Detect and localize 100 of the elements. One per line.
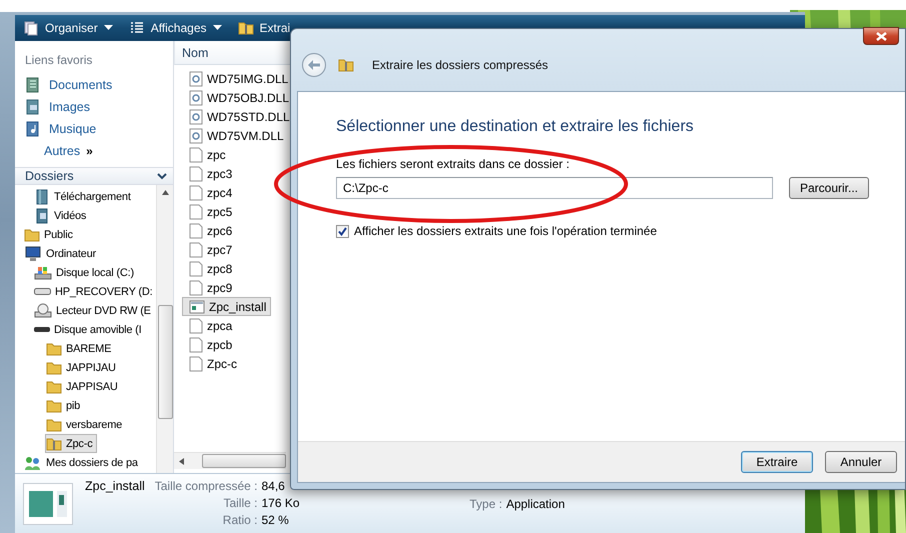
property-label: Ratio : [222, 513, 258, 527]
tree-item[interactable]: HP_RECOVERY (D: [33, 282, 156, 301]
field-label: Les fichiers seront extraits dans ce dossier : [336, 157, 570, 171]
back-button[interactable] [302, 53, 326, 77]
file-item[interactable]: zpcb [182, 335, 238, 354]
blank-file-icon [189, 356, 203, 372]
drive-icon [34, 288, 51, 295]
dialog-button[interactable]: Annuler [825, 451, 897, 473]
settings-file-icon [189, 128, 203, 144]
section-title: Liens favoris [25, 53, 94, 67]
file-item[interactable]: zpc4 [182, 183, 238, 202]
blank-file-icon [189, 146, 203, 162]
dialog-button[interactable]: Extraire [741, 451, 813, 473]
property-label: Taille : [222, 496, 258, 510]
file-item[interactable]: WD75VM.DLL [182, 126, 289, 145]
folders-header[interactable]: Dossiers [15, 167, 173, 185]
pictures-icon [25, 99, 41, 115]
checkmark-icon [338, 226, 347, 236]
favorite-link[interactable]: Documents [25, 77, 173, 93]
settings-file-icon [189, 90, 203, 106]
checkbox-label: Afficher les dossiers extraits une fois l'opération terminée [354, 224, 657, 238]
removable-drive-icon [34, 327, 50, 332]
property-value: 176 Ko [261, 496, 300, 510]
tree-item[interactable]: Ordinateur [23, 244, 100, 263]
optical-drive-icon [34, 302, 52, 318]
application-icon [189, 298, 205, 314]
drive-icon [34, 264, 52, 280]
tree-item[interactable]: Lecteur DVD RW (E [33, 301, 155, 320]
file-item[interactable]: zpc5 [182, 202, 238, 221]
file-preview-icon [23, 483, 73, 525]
scrollbar[interactable] [174, 452, 286, 469]
property-value: 84,6 [261, 479, 286, 493]
documents-icon [25, 77, 41, 93]
zipped-folder-icon [238, 20, 254, 36]
computer-icon [24, 246, 42, 262]
toolbar-button[interactable]: Organiser [21, 18, 115, 38]
blank-file-icon [189, 204, 203, 220]
settings-file-icon [189, 70, 203, 86]
folder-icon [24, 226, 40, 242]
close-icon [876, 32, 886, 40]
tree-item[interactable]: JAPPIJAU [45, 358, 120, 377]
folder-icon [46, 398, 62, 414]
file-item[interactable]: zpc [182, 145, 231, 164]
blank-file-icon [189, 280, 203, 296]
tree-item[interactable]: Disque amovible (I [33, 320, 146, 339]
tree-item[interactable]: Vidéos [33, 206, 90, 225]
left-arrow-icon [179, 458, 184, 464]
destination-field[interactable]: C:\Zpc-c [336, 177, 773, 199]
file-item[interactable]: zpc8 [182, 259, 238, 278]
chevron-icon [157, 172, 167, 180]
folder-icon [46, 360, 62, 376]
file-name: Zpc_install [84, 479, 145, 495]
file-item[interactable]: zpc7 [182, 240, 238, 259]
browse-button[interactable]: Parcourir... [789, 177, 870, 199]
library-icon [34, 188, 50, 204]
tree-item[interactable]: Zpc-c [45, 434, 97, 453]
checkbox[interactable] [336, 224, 349, 238]
property-value: 52 % [261, 513, 290, 527]
zipped-folder-icon [46, 436, 62, 452]
video-library-icon [34, 208, 50, 224]
folder-icon [46, 378, 62, 394]
zipped-folder-icon [338, 57, 354, 73]
file-item[interactable]: zpca [182, 316, 238, 335]
tree-item[interactable]: pib [45, 396, 84, 415]
file-item[interactable]: Zpc_install [182, 297, 272, 316]
up-arrow-icon [162, 190, 168, 195]
toolbar-button[interactable]: Affichages [126, 18, 224, 38]
property-label: Type : [470, 497, 502, 511]
tree-item[interactable]: BAREME [45, 339, 116, 358]
toolbar-button[interactable]: Extrai [236, 18, 292, 38]
tree-item[interactable]: Téléchargement [33, 187, 135, 206]
tree-item[interactable]: Disque local (C:) [33, 263, 138, 282]
tree-item[interactable]: JAPPISAU [45, 377, 122, 396]
window-title: Extraire les dossiers compressés [372, 58, 548, 72]
file-item[interactable]: zpc6 [182, 221, 238, 240]
blank-file-icon [189, 184, 203, 200]
dialog-heading: Sélectionner une destination et extraire les fichiers [336, 118, 695, 136]
music-icon [25, 121, 41, 137]
blank-file-icon [189, 260, 203, 276]
people-icon [24, 454, 42, 470]
file-item[interactable]: zpc9 [182, 278, 238, 297]
blank-file-icon [189, 166, 203, 182]
tree-item[interactable]: Mes dossiers de pa [23, 453, 142, 472]
folder-icon [46, 340, 62, 356]
blank-file-icon [189, 336, 203, 352]
tree-item[interactable]: versbareme [45, 415, 126, 434]
pages-icon [23, 20, 39, 36]
blank-file-icon [189, 242, 203, 258]
back-arrow-icon [308, 60, 320, 70]
favorite-link[interactable]: Musique [25, 121, 173, 137]
scrollbar[interactable] [156, 185, 173, 473]
list-view-icon [128, 20, 145, 36]
file-item[interactable]: zpc3 [182, 164, 238, 183]
settings-file-icon [189, 108, 203, 124]
file-item[interactable]: Zpc-c [182, 354, 242, 373]
close-button[interactable] [863, 27, 899, 45]
tree-item[interactable]: Public [23, 225, 77, 244]
favorite-link[interactable]: Images [25, 99, 173, 115]
more-links[interactable]: Autres » [25, 143, 173, 159]
blank-file-icon [189, 222, 203, 238]
